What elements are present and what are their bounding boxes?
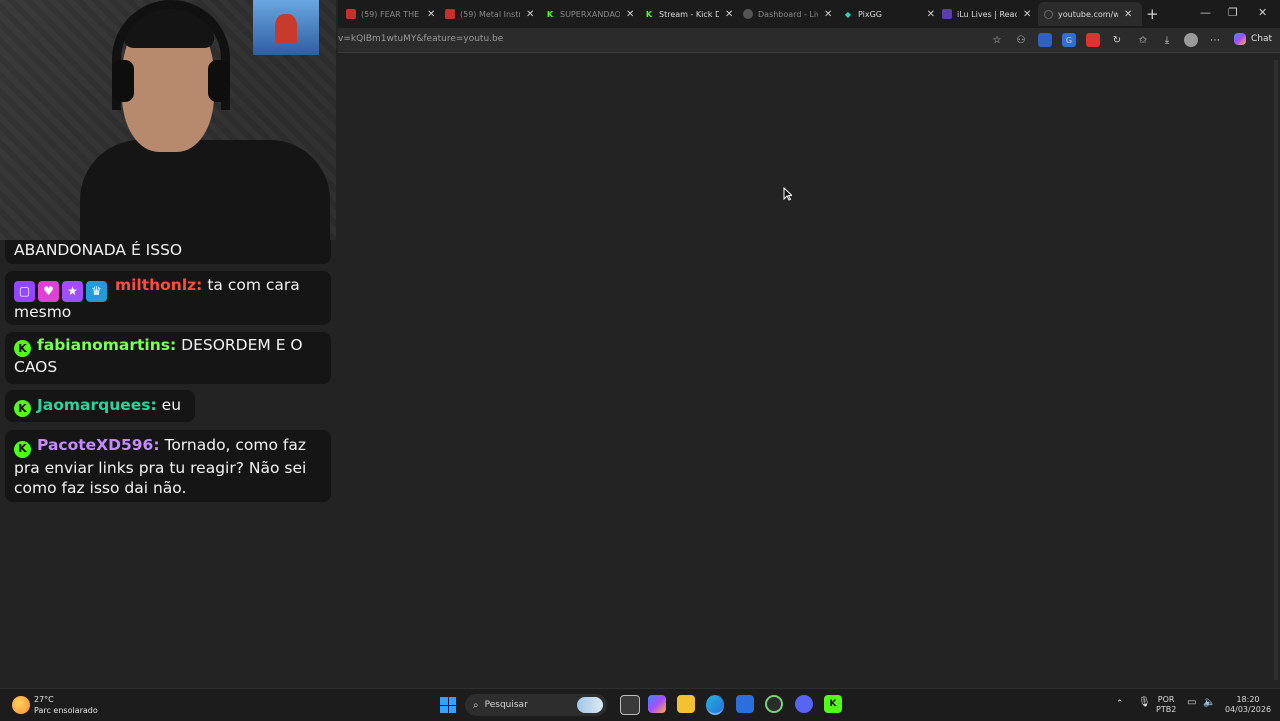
chat-message: Kfabianomartins: DESORDEM E O CAOS — [5, 332, 331, 384]
globe-icon — [743, 9, 753, 19]
close-icon[interactable]: ✕ — [824, 9, 832, 20]
volume-icon[interactable]: 🔈 — [1203, 698, 1215, 708]
start-button[interactable] — [440, 697, 456, 713]
tab-ilu-lives[interactable]: iLu Lives | React ✕ — [942, 4, 1034, 24]
wall-poster — [253, 0, 319, 55]
refresh-extension-icon[interactable]: ↻ — [1110, 33, 1124, 47]
youtube-icon — [346, 9, 356, 19]
chat-text: eu — [161, 396, 182, 414]
shield-extension-icon[interactable] — [1038, 33, 1052, 47]
close-icon[interactable]: ✕ — [725, 9, 733, 20]
favorite-star-icon[interactable]: ☆ — [990, 33, 1004, 47]
close-icon[interactable]: ✕ — [927, 9, 935, 20]
search-highlight-image — [577, 697, 603, 713]
twitch-badge-icon: ▢ — [14, 281, 35, 302]
task-view-icon[interactable] — [620, 695, 640, 715]
taskbar-search[interactable]: ⌕ Pesquisar — [465, 694, 607, 716]
profile-avatar-icon[interactable] — [1184, 33, 1198, 47]
kick-badge-icon: K — [14, 340, 31, 357]
address-bar: v=kQIBm1wtuMY&feature=youtu.be ☆ ⚇ G ↻ ✩… — [338, 28, 1280, 53]
minimize-button[interactable]: — — [1200, 6, 1211, 19]
restore-button[interactable]: ❐ — [1228, 6, 1238, 19]
chat-message: ABANDONADA É ISSO — [5, 240, 331, 264]
favorites-icon[interactable]: ✩ — [1136, 33, 1150, 47]
kick-icon: K — [545, 9, 555, 19]
youtube-icon — [445, 9, 455, 19]
edge-browser-icon[interactable] — [706, 695, 724, 715]
url-field[interactable]: v=kQIBm1wtuMY&feature=youtu.be — [338, 34, 503, 44]
gem-badge-icon: ♥ — [38, 281, 59, 302]
crown-badge-icon: ♛ — [86, 281, 107, 302]
chat-username[interactable]: PacoteXD596: — [37, 436, 160, 454]
discord-icon[interactable] — [795, 695, 813, 713]
microphone-icon[interactable]: 🎙 — [1138, 698, 1151, 708]
download-icon[interactable]: ⤓ — [1160, 33, 1174, 47]
kick-icon: K — [644, 9, 654, 19]
tab-superxandao[interactable]: K SUPERXANDAO ✕ — [545, 4, 637, 24]
tab-metal-instru[interactable]: (59) Metal Instru ✕ — [445, 4, 537, 24]
kick-app-icon[interactable]: K — [824, 695, 842, 713]
copilot-chat-button[interactable]: Chat — [1234, 33, 1272, 45]
close-icon[interactable]: ✕ — [427, 9, 435, 20]
store-icon[interactable] — [736, 695, 754, 713]
chat-username[interactable]: Jaomarquees: — [37, 396, 157, 414]
close-icon[interactable]: ✕ — [626, 9, 634, 20]
browser-tab-bar: (59) FEAR THE C ✕ (59) Metal Instru ✕ K … — [338, 0, 1280, 28]
twitch-icon — [942, 9, 952, 19]
copilot-app-icon[interactable] — [648, 695, 666, 713]
copilot-icon — [1234, 33, 1246, 45]
kick-badge-icon: K — [14, 400, 31, 417]
new-tab-button[interactable]: + — [1146, 5, 1159, 23]
kick-badge-icon: K — [14, 440, 31, 458]
xbox-app-icon[interactable] — [765, 695, 783, 713]
weather-sun-icon — [12, 696, 30, 714]
clock[interactable]: 18:20 04/03/2026 — [1224, 695, 1272, 715]
language-indicator[interactable]: POR PTB2 — [1156, 695, 1176, 715]
chevron-up-icon[interactable]: ⌃ — [1116, 699, 1124, 709]
chat-username[interactable]: milthonlz: — [115, 276, 202, 294]
chat-message: K Jaomarquees: eu — [5, 390, 195, 422]
webcam-feed — [0, 0, 336, 240]
file-explorer-icon[interactable] — [677, 695, 695, 713]
translate-icon[interactable]: G — [1062, 33, 1076, 47]
star-badge-icon: ★ — [62, 281, 83, 302]
extension-icon[interactable]: ⚇ — [1014, 33, 1028, 47]
audio-extension-icon[interactable] — [1086, 33, 1100, 47]
chat-message: K PacoteXD596: Tornado, como faz pra envi… — [5, 430, 331, 502]
mouse-cursor-icon — [783, 187, 792, 201]
close-icon[interactable]: ✕ — [526, 9, 534, 20]
network-icon[interactable]: ▭ — [1187, 698, 1196, 708]
search-icon: ⌕ — [473, 699, 479, 711]
tab-fear-the[interactable]: (59) FEAR THE C ✕ — [346, 4, 438, 24]
windows-taskbar: 27°C Parc ensolarado ⌕ Pesquisar K ⌃ 🎙 P… — [0, 688, 1280, 721]
close-window-button[interactable]: ✕ — [1258, 6, 1267, 19]
weather-widget[interactable]: 27°C Parc ensolarado — [12, 694, 98, 716]
tab-youtube-active[interactable]: youtube.com/wa ✕ — [1038, 2, 1142, 26]
close-icon[interactable]: ✕ — [1124, 9, 1132, 20]
tab-dashboard[interactable]: Dashboard - Live ✕ — [743, 4, 835, 24]
chat-message: ▢ ♥ ★ ♛ milthonlz: ta com cara mesmo — [5, 271, 331, 325]
more-menu-icon[interactable]: ⋯ — [1208, 33, 1222, 47]
page-scrollbar[interactable] — [1274, 60, 1278, 680]
tab-stream-kick[interactable]: K Stream - Kick Da ✕ — [644, 4, 736, 24]
chat-username[interactable]: fabianomartins: — [37, 336, 176, 354]
close-icon[interactable]: ✕ — [1023, 9, 1031, 20]
loading-icon — [1044, 9, 1053, 19]
tab-pixgg[interactable]: ◆ PixGG ✕ — [843, 4, 935, 24]
pixgg-icon: ◆ — [843, 9, 853, 19]
